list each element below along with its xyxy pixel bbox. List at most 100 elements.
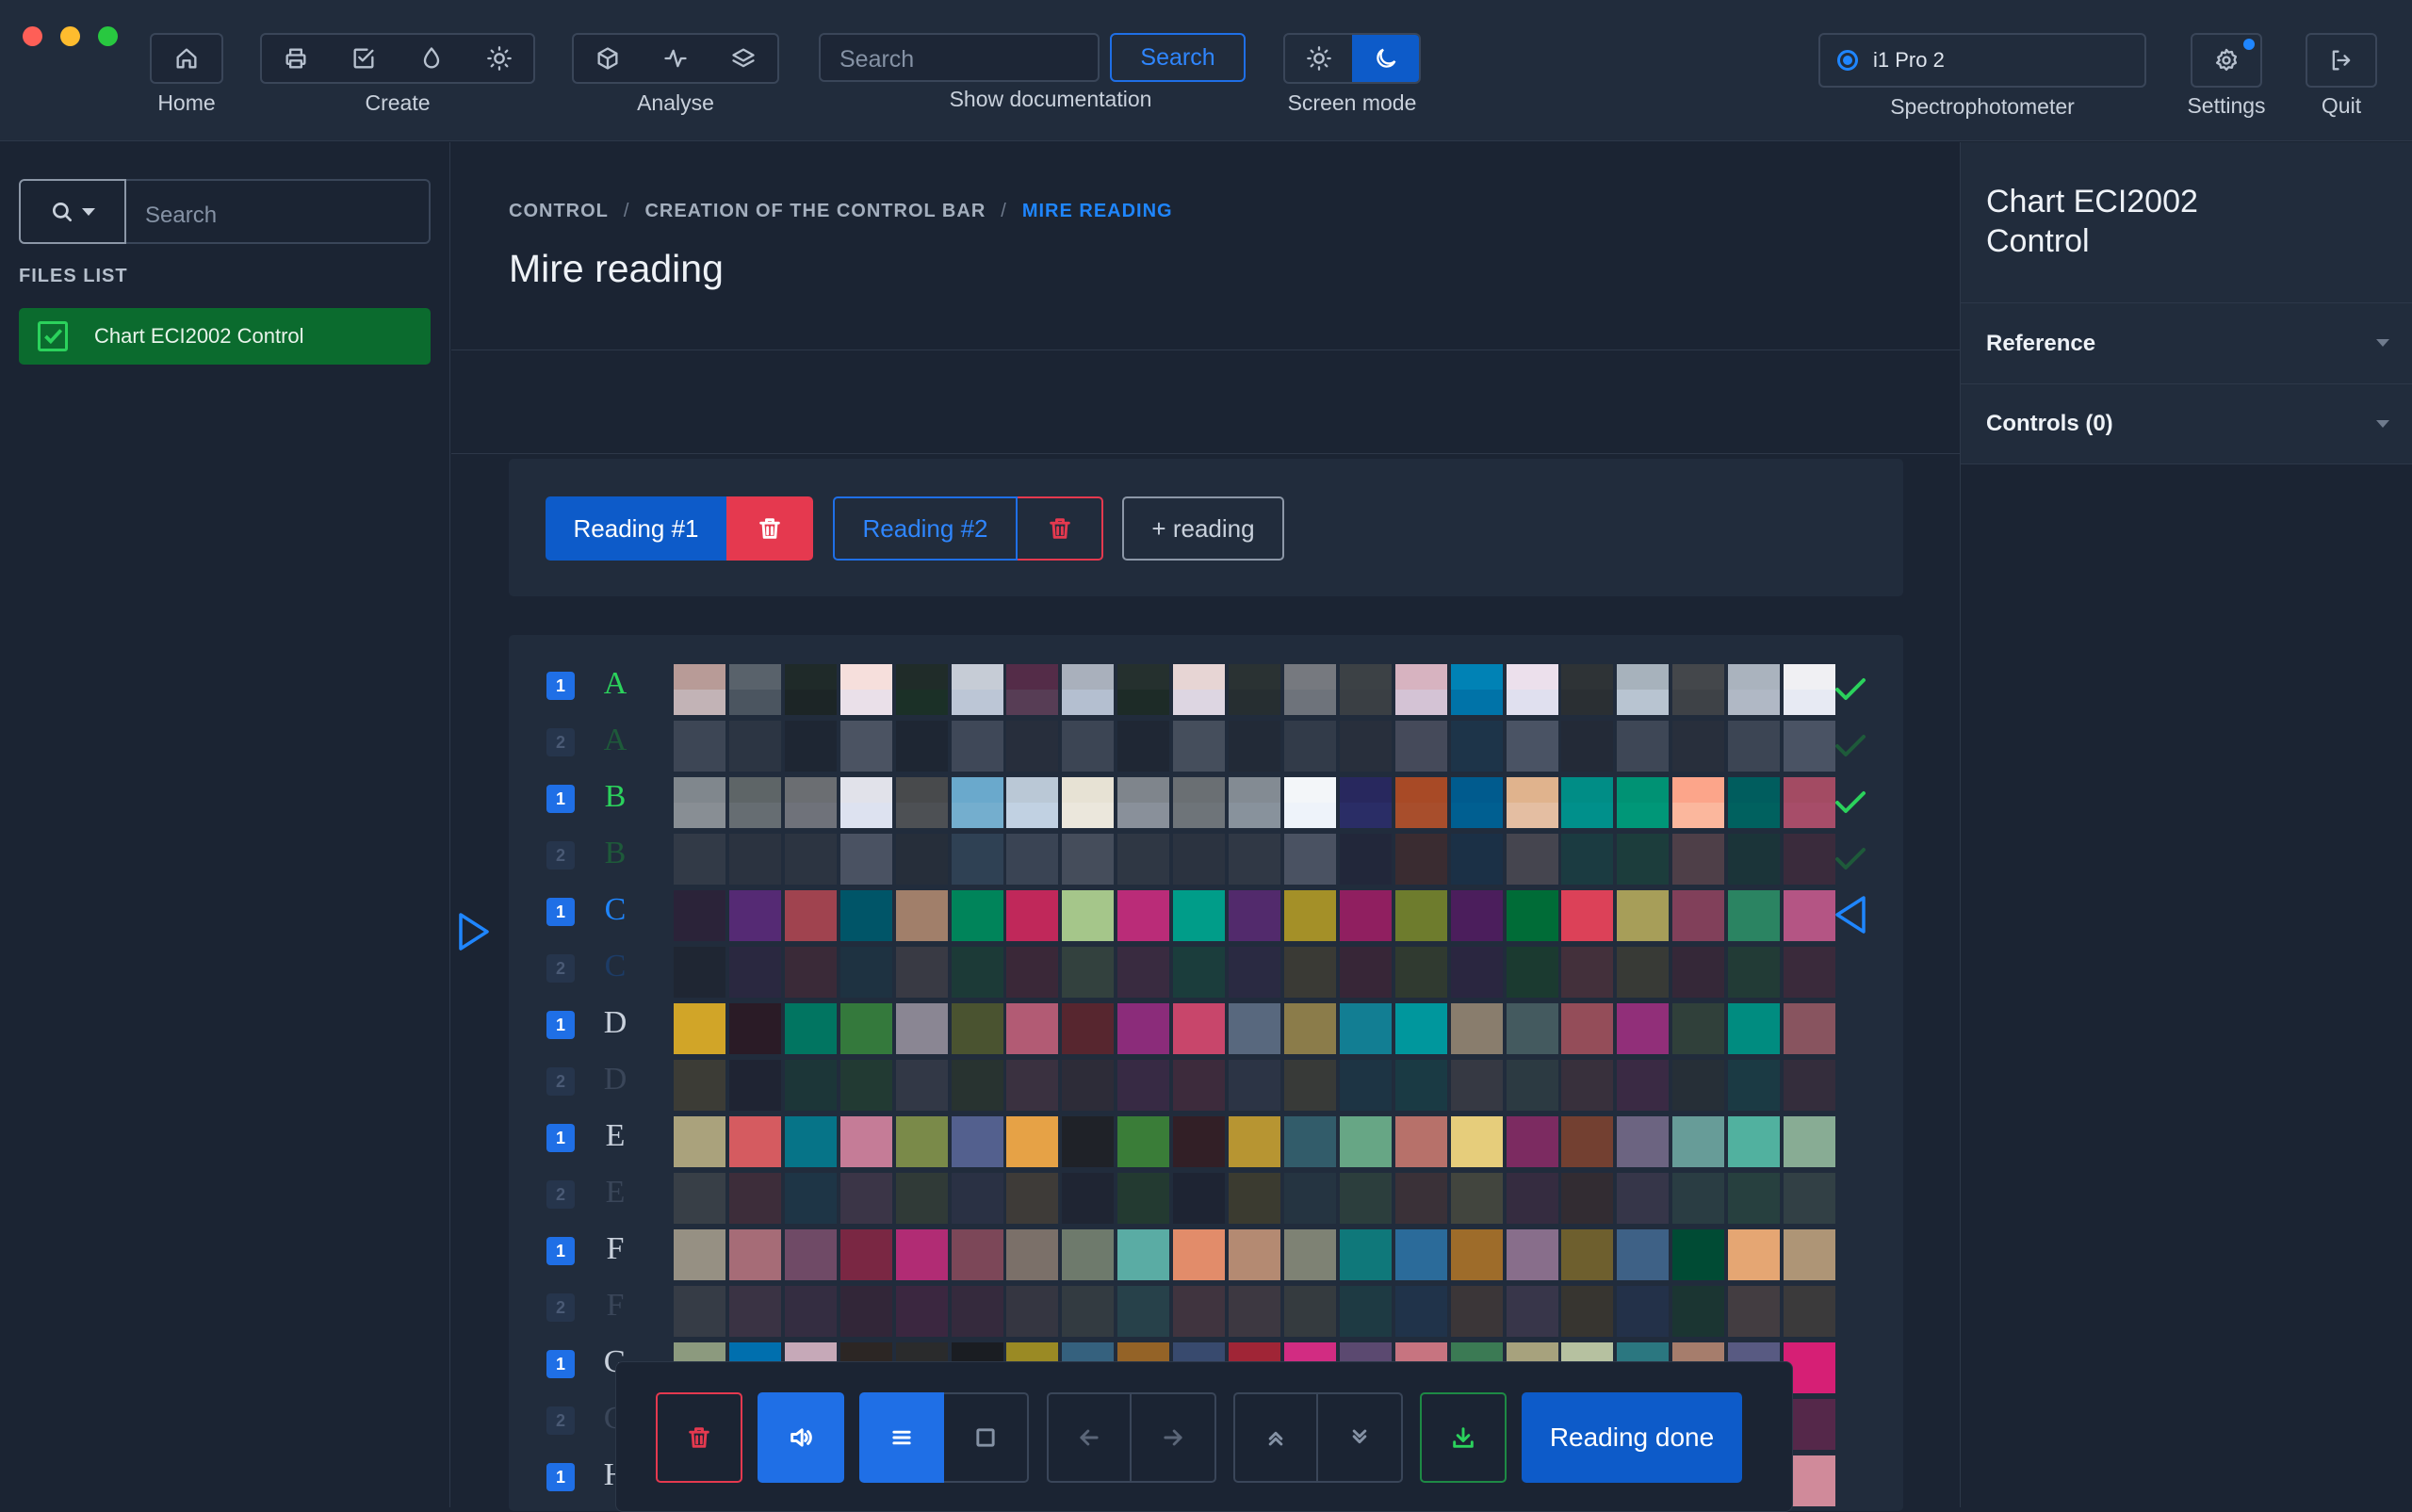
color-patch[interactable] (1728, 1060, 1781, 1111)
color-patch[interactable] (1617, 1116, 1670, 1167)
color-patch[interactable] (1728, 1229, 1781, 1280)
color-patch[interactable] (1062, 1229, 1115, 1280)
row-mode-button[interactable] (859, 1392, 944, 1483)
color-patch[interactable] (784, 947, 837, 998)
color-patch[interactable] (839, 1060, 892, 1111)
color-patch[interactable] (1006, 890, 1059, 941)
color-patch[interactable] (1728, 834, 1781, 885)
color-patch[interactable] (839, 721, 892, 772)
color-patch[interactable] (1339, 1173, 1392, 1224)
color-patch[interactable] (951, 1116, 1003, 1167)
color-patch[interactable] (1339, 834, 1392, 885)
color-patch[interactable] (951, 664, 1003, 715)
color-patch[interactable] (1784, 1173, 1835, 1224)
color-patch[interactable] (1062, 1060, 1115, 1111)
color-patch[interactable] (674, 1173, 725, 1224)
color-patch[interactable] (1784, 834, 1835, 885)
color-patch[interactable] (1283, 1003, 1336, 1054)
color-patch[interactable] (951, 1003, 1003, 1054)
file-search-input[interactable]: Search (126, 179, 431, 244)
color-patch[interactable] (1229, 664, 1280, 715)
color-patch[interactable] (1062, 1173, 1115, 1224)
color-patch[interactable] (1173, 777, 1226, 828)
color-patch[interactable] (1450, 1060, 1503, 1111)
color-patch[interactable] (1339, 664, 1392, 715)
color-patch[interactable] (728, 777, 781, 828)
color-patch[interactable] (728, 1286, 781, 1337)
reading-1-tab[interactable]: Reading #1 (546, 496, 726, 561)
color-patch[interactable] (1173, 1173, 1226, 1224)
delete-button[interactable] (656, 1392, 742, 1483)
color-patch[interactable] (1617, 947, 1670, 998)
color-patch[interactable] (1229, 1003, 1280, 1054)
color-patch[interactable] (895, 890, 948, 941)
color-patch[interactable] (1117, 777, 1170, 828)
color-patch[interactable] (1339, 947, 1392, 998)
delete-reading-1-button[interactable] (726, 496, 813, 561)
color-patch[interactable] (951, 777, 1003, 828)
color-patch[interactable] (1339, 1116, 1392, 1167)
color-patch[interactable] (1561, 1286, 1614, 1337)
color-patch[interactable] (1173, 721, 1226, 772)
color-patch[interactable] (784, 1116, 837, 1167)
documentation-search-input[interactable]: Search (819, 33, 1100, 82)
color-patch[interactable] (728, 1060, 781, 1111)
color-patch[interactable] (1339, 890, 1392, 941)
droplet-icon[interactable] (398, 35, 465, 82)
color-patch[interactable] (674, 1286, 725, 1337)
color-patch[interactable] (895, 1286, 948, 1337)
color-patch[interactable] (895, 1229, 948, 1280)
color-patch[interactable] (1506, 947, 1558, 998)
color-patch[interactable] (1006, 1116, 1059, 1167)
color-patch[interactable] (1229, 1229, 1280, 1280)
color-patch[interactable] (674, 721, 725, 772)
color-patch[interactable] (1283, 1173, 1336, 1224)
color-patch[interactable] (895, 1173, 948, 1224)
color-patch[interactable] (951, 1229, 1003, 1280)
color-patch[interactable] (1784, 1116, 1835, 1167)
color-patch[interactable] (1117, 890, 1170, 941)
color-patch[interactable] (1339, 1060, 1392, 1111)
color-patch[interactable] (1506, 890, 1558, 941)
color-patch[interactable] (1617, 1003, 1670, 1054)
color-patch[interactable] (1784, 664, 1835, 715)
color-patch[interactable] (1117, 721, 1170, 772)
color-patch[interactable] (839, 777, 892, 828)
color-patch[interactable] (1617, 1229, 1670, 1280)
color-patch[interactable] (1006, 1286, 1059, 1337)
color-patch[interactable] (728, 1116, 781, 1167)
color-patch[interactable] (1450, 664, 1503, 715)
color-patch[interactable] (895, 947, 948, 998)
color-patch[interactable] (674, 947, 725, 998)
color-patch[interactable] (951, 834, 1003, 885)
color-patch[interactable] (1283, 890, 1336, 941)
color-patch[interactable] (1561, 890, 1614, 941)
color-patch[interactable] (784, 1060, 837, 1111)
color-patch[interactable] (895, 1116, 948, 1167)
color-patch[interactable] (1450, 947, 1503, 998)
color-patch[interactable] (1617, 834, 1670, 885)
color-patch[interactable] (1229, 721, 1280, 772)
color-patch[interactable] (1394, 947, 1447, 998)
color-patch[interactable] (1728, 1286, 1781, 1337)
home-button[interactable] (150, 33, 223, 84)
color-patch[interactable] (1784, 1286, 1835, 1337)
add-reading-button[interactable]: + reading (1122, 496, 1284, 561)
color-patch[interactable] (1728, 664, 1781, 715)
color-patch[interactable] (1117, 834, 1170, 885)
color-patch[interactable] (1617, 777, 1670, 828)
color-patch[interactable] (1784, 1003, 1835, 1054)
breadcrumb-creation[interactable]: CREATION OF THE CONTROL BAR (644, 201, 986, 222)
color-patch[interactable] (895, 777, 948, 828)
color-patch[interactable] (1450, 834, 1503, 885)
color-patch[interactable] (1784, 1229, 1835, 1280)
color-patch[interactable] (1506, 1003, 1558, 1054)
color-patch[interactable] (1173, 1116, 1226, 1167)
color-patch[interactable] (1561, 834, 1614, 885)
color-patch[interactable] (1062, 947, 1115, 998)
color-patch[interactable] (1062, 664, 1115, 715)
color-patch[interactable] (1506, 1116, 1558, 1167)
color-patch[interactable] (839, 1173, 892, 1224)
color-patch[interactable] (1339, 777, 1392, 828)
color-patch[interactable] (1173, 947, 1226, 998)
